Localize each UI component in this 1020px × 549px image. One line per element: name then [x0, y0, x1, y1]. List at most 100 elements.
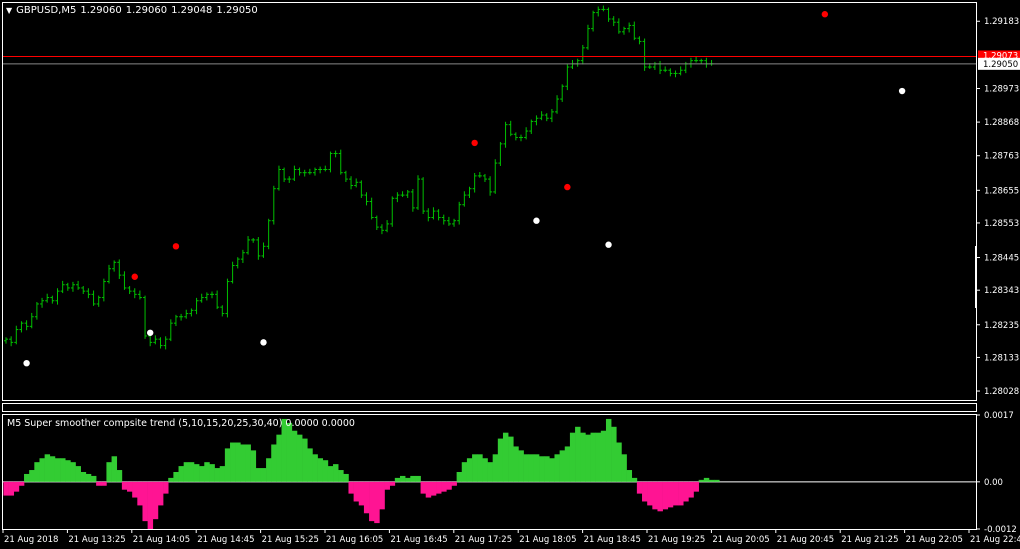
histogram-bar [528, 454, 535, 482]
histogram-bar [286, 422, 293, 482]
histogram-bar [451, 481, 457, 486]
histogram-bar [487, 462, 493, 482]
histogram-bar [626, 470, 633, 482]
histogram-bar [327, 466, 334, 482]
time-tick-label: 21 Aug 14:45 [197, 535, 254, 545]
histogram-bar [111, 456, 118, 482]
histogram-bar [456, 472, 463, 482]
histogram-bar [415, 475, 421, 482]
histogram-bar [54, 458, 61, 482]
chart-header: ▼ GBPUSD,M5 1.29060 1.29060 1.29048 1.29… [6, 5, 258, 16]
histogram-bar [708, 479, 715, 482]
histogram-bar [13, 481, 20, 492]
histogram-bar [106, 462, 112, 482]
histogram-bar [703, 477, 710, 482]
histogram-bar [152, 481, 159, 520]
histogram-bar [204, 462, 210, 482]
histogram-bar [121, 481, 128, 490]
histogram-bar [183, 462, 190, 482]
histogram-bar [199, 466, 205, 482]
histogram-bar [621, 454, 627, 482]
histogram-bar [307, 448, 313, 482]
histogram-bar [523, 454, 530, 482]
axis-scroll-marker [975, 246, 977, 308]
histogram-bar [230, 442, 236, 482]
histogram-bar [75, 466, 81, 482]
histogram-bar [168, 477, 174, 482]
histogram-bar [384, 481, 390, 490]
histogram-bar [24, 473, 30, 482]
histogram-bar [585, 434, 591, 482]
histogram-bar [379, 481, 385, 510]
histogram-bar [616, 442, 622, 482]
price-chart[interactable]: 1.291831.290731.290501.289731.288681.287… [0, 0, 1020, 549]
histogram-bar [348, 481, 354, 494]
histogram-bar [219, 466, 226, 482]
histogram-bar [137, 481, 143, 506]
histogram-bar [580, 432, 586, 482]
time-tick-label: 21 Aug 15:25 [262, 535, 319, 545]
histogram-bar [127, 481, 133, 492]
histogram-bar [291, 430, 298, 482]
price-tick-label: 1.28445 [984, 254, 1019, 264]
histogram-bar [631, 477, 638, 482]
buy-signal-dot [898, 87, 906, 95]
time-tick-label: 21 Aug 16:45 [390, 535, 447, 545]
time-tick-label: 21 Aug 13:25 [68, 535, 125, 545]
histogram-bar [662, 481, 669, 510]
histogram-bar [605, 418, 612, 482]
ohlc-low: 1.29048 [171, 5, 213, 16]
histogram-bar [549, 458, 555, 482]
histogram-bar [688, 481, 694, 498]
price-tick-label: 1.28028 [984, 387, 1019, 397]
histogram-bar [358, 481, 365, 506]
time-tick-label: 21 Aug 19:25 [648, 535, 705, 545]
histogram-bar [271, 444, 277, 482]
histogram-bar [374, 481, 380, 524]
histogram-bar [260, 468, 267, 482]
histogram-bar [477, 454, 483, 482]
histogram-bar [683, 481, 689, 502]
ohlc-open: 1.29060 [80, 5, 122, 16]
price-tick-label: 1.29183 [984, 17, 1019, 27]
histogram-bar [513, 446, 519, 482]
ohlc-close: 1.29050 [216, 5, 258, 16]
sell-signal-dot [471, 139, 478, 147]
histogram-bar [600, 430, 607, 482]
histogram-bar [235, 442, 241, 482]
time-tick-label: 21 Aug 14:05 [133, 535, 190, 545]
histogram-bar [29, 470, 35, 482]
histogram-bar [611, 426, 617, 482]
ohlc-high: 1.29060 [125, 5, 168, 16]
current-price-label: 1.29050 [983, 60, 1018, 70]
buy-signal-dot [147, 329, 154, 336]
histogram-bar [466, 458, 473, 482]
price-tick-label: 1.28655 [984, 186, 1019, 196]
price-tick-label: 1.28973 [984, 84, 1019, 94]
symbol-timeframe: GBPUSD,M5 [16, 5, 77, 16]
histogram-bar [446, 481, 452, 490]
histogram-bar [430, 481, 437, 496]
time-tick-label: 21 Aug 22:05 [906, 535, 963, 545]
time-tick-label: 21 Aug 18:45 [584, 535, 641, 545]
indicator-title: M5 Super smoother compsite trend (5,10,1… [7, 418, 355, 429]
histogram-bar [353, 481, 360, 502]
histogram-bar [436, 481, 442, 494]
histogram-bar [410, 475, 416, 482]
histogram-bar [255, 468, 262, 482]
sell-signal-dot [172, 243, 180, 250]
histogram-bar [224, 448, 231, 482]
histogram-bar [420, 481, 427, 494]
price-tick-label: 1.28868 [984, 118, 1019, 128]
menu-arrow-icon[interactable]: ▼ [6, 6, 12, 15]
histogram-bar [116, 470, 123, 482]
price-tick-label: 1.28235 [984, 321, 1019, 331]
histogram-bar [539, 456, 545, 482]
histogram-bar [322, 460, 329, 482]
histogram-bar [245, 444, 251, 482]
price-tick-label: 1.28553 [984, 219, 1019, 229]
histogram-bar [70, 462, 76, 482]
histogram-bar [317, 458, 324, 482]
histogram-bar [461, 462, 468, 482]
histogram-bar [101, 481, 107, 486]
